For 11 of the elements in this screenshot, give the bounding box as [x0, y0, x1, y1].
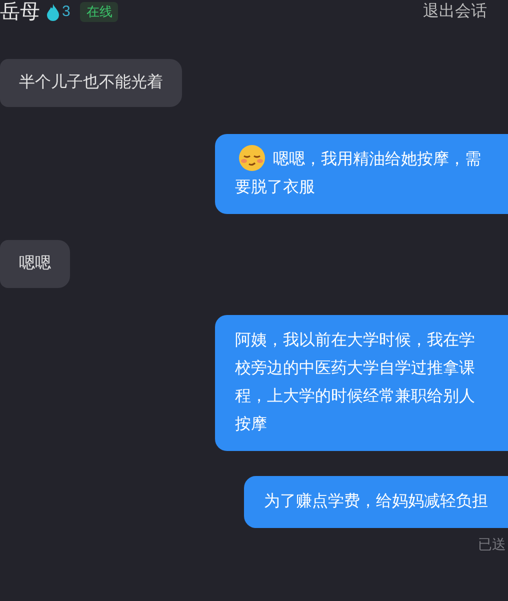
message-bubble: 嗯嗯 — [0, 240, 70, 288]
heat-count: 3 — [62, 2, 70, 22]
delivery-status: 已送 — [478, 535, 506, 554]
message-bubble: 为了赚点学费，给妈妈减轻负担 — [244, 476, 508, 528]
message-bubble: 嗯嗯，我用精油给她按摩，需要脱了衣服 — [215, 134, 508, 214]
message-bubble: 半个儿子也不能光着 — [0, 59, 182, 107]
contact-name: 岳母 — [0, 0, 40, 25]
flame-icon — [46, 3, 60, 21]
online-status: 在线 — [80, 2, 118, 22]
message-bubble: 阿姨，我以前在大学时候，我在学校旁边的中医药大学自学过推拿课程，上大学的时候经常兼职给别人按摩 — [215, 315, 508, 451]
exit-chat-button[interactable]: 退出会话 — [423, 0, 487, 24]
